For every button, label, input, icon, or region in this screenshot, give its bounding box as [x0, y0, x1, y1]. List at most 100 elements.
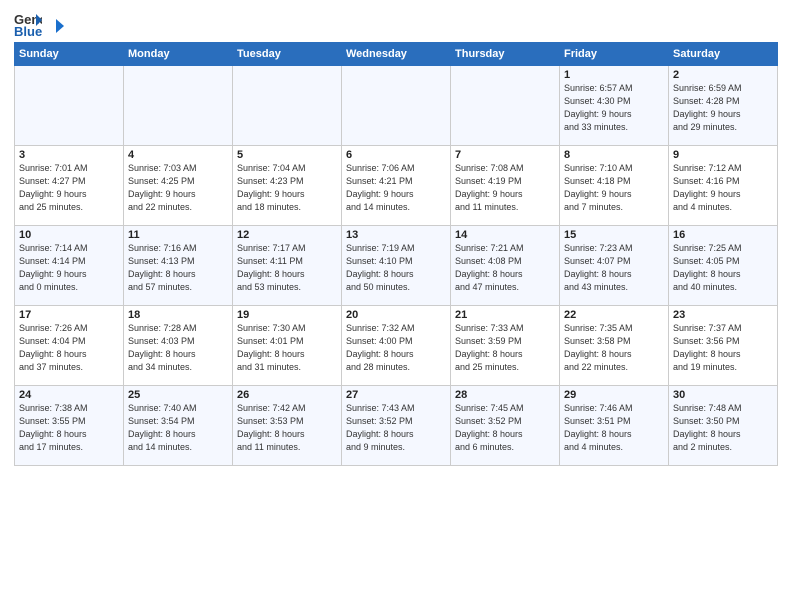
day-number: 18: [128, 309, 228, 321]
calendar-cell: 13Sunrise: 7:19 AMSunset: 4:10 PMDayligh…: [342, 226, 451, 306]
calendar-cell: 4Sunrise: 7:03 AMSunset: 4:25 PMDaylight…: [124, 146, 233, 226]
day-number: 7: [455, 149, 555, 161]
day-info: Sunrise: 7:06 AMSunset: 4:21 PMDaylight:…: [346, 162, 446, 214]
day-info: Sunrise: 7:21 AMSunset: 4:08 PMDaylight:…: [455, 242, 555, 294]
calendar-cell: [342, 66, 451, 146]
calendar-cell: 28Sunrise: 7:45 AMSunset: 3:52 PMDayligh…: [451, 386, 560, 466]
calendar-cell: [451, 66, 560, 146]
day-number: 5: [237, 149, 337, 161]
day-info: Sunrise: 7:37 AMSunset: 3:56 PMDaylight:…: [673, 322, 773, 374]
header-day-wednesday: Wednesday: [342, 43, 451, 66]
day-number: 13: [346, 229, 446, 241]
day-number: 23: [673, 309, 773, 321]
calendar-cell: 14Sunrise: 7:21 AMSunset: 4:08 PMDayligh…: [451, 226, 560, 306]
calendar-week-row: 24Sunrise: 7:38 AMSunset: 3:55 PMDayligh…: [15, 386, 778, 466]
calendar-cell: 8Sunrise: 7:10 AMSunset: 4:18 PMDaylight…: [560, 146, 669, 226]
calendar-cell: 29Sunrise: 7:46 AMSunset: 3:51 PMDayligh…: [560, 386, 669, 466]
calendar-table: SundayMondayTuesdayWednesdayThursdayFrid…: [14, 42, 778, 466]
calendar-cell: [15, 66, 124, 146]
calendar-cell: 3Sunrise: 7:01 AMSunset: 4:27 PMDaylight…: [15, 146, 124, 226]
day-number: 30: [673, 389, 773, 401]
header-day-friday: Friday: [560, 43, 669, 66]
day-number: 9: [673, 149, 773, 161]
calendar-cell: 16Sunrise: 7:25 AMSunset: 4:05 PMDayligh…: [669, 226, 778, 306]
day-number: 25: [128, 389, 228, 401]
calendar-cell: 24Sunrise: 7:38 AMSunset: 3:55 PMDayligh…: [15, 386, 124, 466]
calendar-cell: 9Sunrise: 7:12 AMSunset: 4:16 PMDaylight…: [669, 146, 778, 226]
calendar-week-row: 1Sunrise: 6:57 AMSunset: 4:30 PMDaylight…: [15, 66, 778, 146]
day-info: Sunrise: 7:30 AMSunset: 4:01 PMDaylight:…: [237, 322, 337, 374]
day-info: Sunrise: 7:48 AMSunset: 3:50 PMDaylight:…: [673, 402, 773, 454]
day-info: Sunrise: 7:03 AMSunset: 4:25 PMDaylight:…: [128, 162, 228, 214]
calendar-cell: 12Sunrise: 7:17 AMSunset: 4:11 PMDayligh…: [233, 226, 342, 306]
day-number: 24: [19, 389, 119, 401]
logo: General Blue: [14, 10, 66, 38]
day-number: 3: [19, 149, 119, 161]
header-day-saturday: Saturday: [669, 43, 778, 66]
day-number: 27: [346, 389, 446, 401]
main-container: General Blue SundayMondayTuesdayWed: [0, 0, 792, 612]
logo-arrow-icon: [48, 17, 66, 35]
header: General Blue: [14, 10, 778, 38]
calendar-week-row: 17Sunrise: 7:26 AMSunset: 4:04 PMDayligh…: [15, 306, 778, 386]
day-info: Sunrise: 7:32 AMSunset: 4:00 PMDaylight:…: [346, 322, 446, 374]
day-number: 10: [19, 229, 119, 241]
day-number: 17: [19, 309, 119, 321]
calendar-header-row: SundayMondayTuesdayWednesdayThursdayFrid…: [15, 43, 778, 66]
day-info: Sunrise: 7:45 AMSunset: 3:52 PMDaylight:…: [455, 402, 555, 454]
logo-icon: General Blue: [14, 10, 42, 38]
calendar-cell: 18Sunrise: 7:28 AMSunset: 4:03 PMDayligh…: [124, 306, 233, 386]
day-info: Sunrise: 7:08 AMSunset: 4:19 PMDaylight:…: [455, 162, 555, 214]
day-info: Sunrise: 7:04 AMSunset: 4:23 PMDaylight:…: [237, 162, 337, 214]
calendar-week-row: 10Sunrise: 7:14 AMSunset: 4:14 PMDayligh…: [15, 226, 778, 306]
day-number: 2: [673, 69, 773, 81]
header-day-thursday: Thursday: [451, 43, 560, 66]
day-info: Sunrise: 7:26 AMSunset: 4:04 PMDaylight:…: [19, 322, 119, 374]
calendar-cell: 23Sunrise: 7:37 AMSunset: 3:56 PMDayligh…: [669, 306, 778, 386]
calendar-cell: 27Sunrise: 7:43 AMSunset: 3:52 PMDayligh…: [342, 386, 451, 466]
day-info: Sunrise: 7:33 AMSunset: 3:59 PMDaylight:…: [455, 322, 555, 374]
day-info: Sunrise: 7:16 AMSunset: 4:13 PMDaylight:…: [128, 242, 228, 294]
day-number: 8: [564, 149, 664, 161]
day-info: Sunrise: 7:19 AMSunset: 4:10 PMDaylight:…: [346, 242, 446, 294]
calendar-cell: 19Sunrise: 7:30 AMSunset: 4:01 PMDayligh…: [233, 306, 342, 386]
header-day-monday: Monday: [124, 43, 233, 66]
day-info: Sunrise: 7:38 AMSunset: 3:55 PMDaylight:…: [19, 402, 119, 454]
svg-text:Blue: Blue: [14, 24, 42, 38]
day-number: 20: [346, 309, 446, 321]
calendar-cell: 1Sunrise: 6:57 AMSunset: 4:30 PMDaylight…: [560, 66, 669, 146]
calendar-week-row: 3Sunrise: 7:01 AMSunset: 4:27 PMDaylight…: [15, 146, 778, 226]
day-number: 26: [237, 389, 337, 401]
day-info: Sunrise: 7:25 AMSunset: 4:05 PMDaylight:…: [673, 242, 773, 294]
day-info: Sunrise: 7:10 AMSunset: 4:18 PMDaylight:…: [564, 162, 664, 214]
day-number: 28: [455, 389, 555, 401]
calendar-cell: 21Sunrise: 7:33 AMSunset: 3:59 PMDayligh…: [451, 306, 560, 386]
calendar-cell: 25Sunrise: 7:40 AMSunset: 3:54 PMDayligh…: [124, 386, 233, 466]
calendar-cell: 26Sunrise: 7:42 AMSunset: 3:53 PMDayligh…: [233, 386, 342, 466]
day-number: 19: [237, 309, 337, 321]
day-info: Sunrise: 7:28 AMSunset: 4:03 PMDaylight:…: [128, 322, 228, 374]
day-info: Sunrise: 6:57 AMSunset: 4:30 PMDaylight:…: [564, 82, 664, 134]
day-info: Sunrise: 7:23 AMSunset: 4:07 PMDaylight:…: [564, 242, 664, 294]
day-number: 6: [346, 149, 446, 161]
day-number: 29: [564, 389, 664, 401]
calendar-cell: 11Sunrise: 7:16 AMSunset: 4:13 PMDayligh…: [124, 226, 233, 306]
calendar-cell: 2Sunrise: 6:59 AMSunset: 4:28 PMDaylight…: [669, 66, 778, 146]
day-info: Sunrise: 7:42 AMSunset: 3:53 PMDaylight:…: [237, 402, 337, 454]
day-number: 22: [564, 309, 664, 321]
day-number: 14: [455, 229, 555, 241]
calendar-cell: 5Sunrise: 7:04 AMSunset: 4:23 PMDaylight…: [233, 146, 342, 226]
day-number: 16: [673, 229, 773, 241]
day-number: 4: [128, 149, 228, 161]
calendar-cell: 20Sunrise: 7:32 AMSunset: 4:00 PMDayligh…: [342, 306, 451, 386]
day-info: Sunrise: 7:35 AMSunset: 3:58 PMDaylight:…: [564, 322, 664, 374]
calendar-cell: 30Sunrise: 7:48 AMSunset: 3:50 PMDayligh…: [669, 386, 778, 466]
day-number: 15: [564, 229, 664, 241]
day-number: 21: [455, 309, 555, 321]
day-info: Sunrise: 7:40 AMSunset: 3:54 PMDaylight:…: [128, 402, 228, 454]
calendar-cell: 6Sunrise: 7:06 AMSunset: 4:21 PMDaylight…: [342, 146, 451, 226]
calendar-cell: [124, 66, 233, 146]
calendar-cell: 17Sunrise: 7:26 AMSunset: 4:04 PMDayligh…: [15, 306, 124, 386]
header-day-sunday: Sunday: [15, 43, 124, 66]
day-info: Sunrise: 7:14 AMSunset: 4:14 PMDaylight:…: [19, 242, 119, 294]
